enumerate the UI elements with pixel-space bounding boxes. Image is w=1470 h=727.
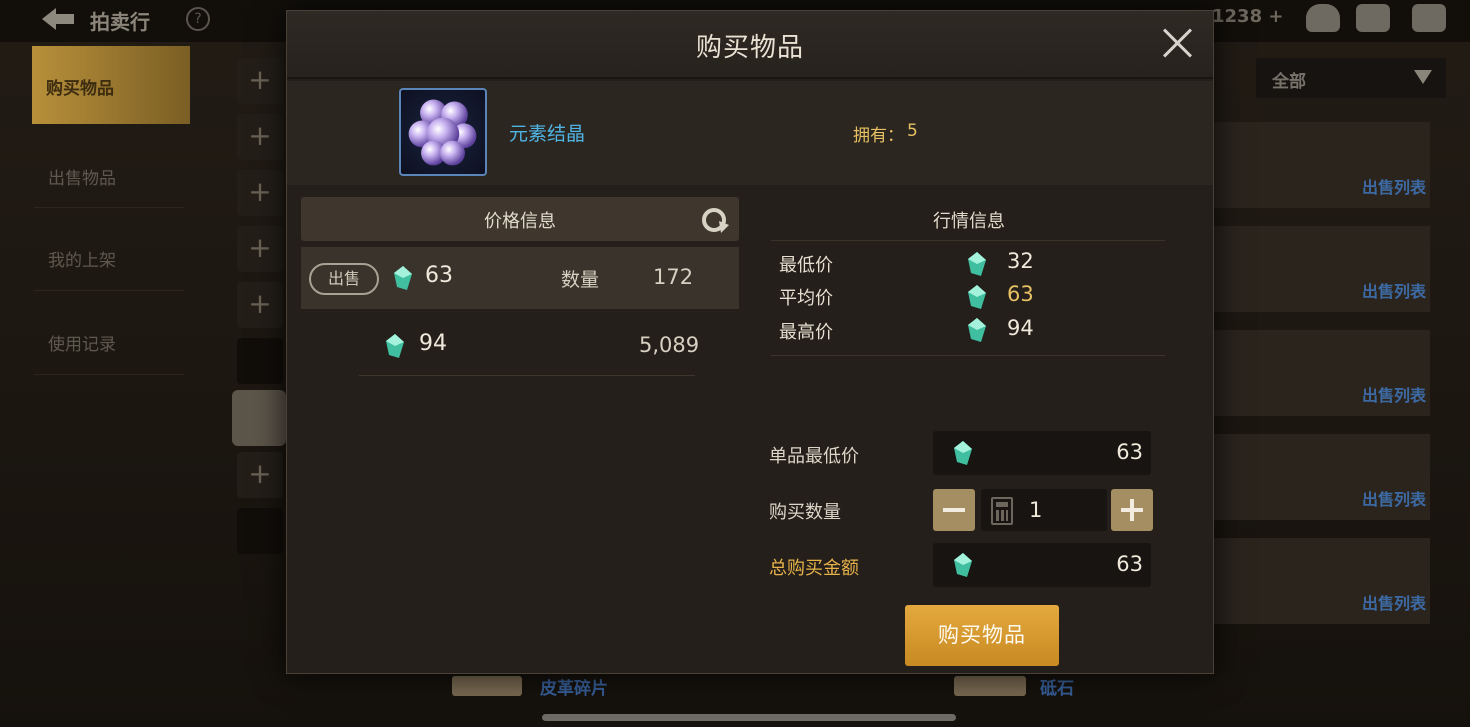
total-amount-value: 63 (1116, 552, 1143, 576)
gem-currency-icon (968, 285, 986, 309)
buy-item-dialog: 购买物品 元素结晶 拥有： 5 价格信息 出售 63 数量 172 94 5,0… (286, 10, 1214, 674)
min-price-value: 32 (1007, 249, 1034, 273)
side-item-buy[interactable]: 购买物品 (32, 46, 190, 124)
dialog-header: 购买物品 (287, 11, 1213, 79)
help-icon[interactable]: ? (186, 7, 210, 31)
listing-row[interactable]: 出售列表 (1214, 226, 1430, 312)
item-name: 元素结晶 (509, 123, 586, 145)
min-price-label: 最低价 (779, 255, 833, 276)
gem-currency-icon (954, 553, 972, 577)
max-price-value: 94 (1007, 316, 1034, 340)
sell-list-link[interactable]: 出售列表 (1362, 174, 1426, 198)
sell-button[interactable]: 出售 (309, 263, 379, 295)
sell-list-link[interactable]: 出售列表 (1362, 590, 1426, 614)
price-row[interactable]: 出售 63 数量 172 (301, 247, 739, 309)
add-slot-button[interactable]: + (237, 170, 283, 216)
listing-row[interactable]: 出售列表 (1214, 330, 1430, 416)
add-slot-button[interactable]: + (237, 58, 283, 104)
item-info-bar: 元素结晶 拥有： 5 (287, 81, 1213, 185)
max-price-label: 最高价 (779, 322, 833, 343)
add-slot-button[interactable]: + (237, 282, 283, 328)
filter-selected-label: 全部 (1272, 72, 1306, 92)
divider (34, 207, 184, 208)
owned-value: 5 (907, 121, 918, 141)
add-slot-button[interactable]: + (237, 452, 283, 498)
app-title: 拍卖行 (90, 10, 150, 34)
row-price: 63 (425, 263, 453, 288)
sell-list-link[interactable]: 出售列表 (1362, 382, 1426, 406)
bottom-item-name[interactable]: 砥石 (1040, 674, 1074, 699)
quantity-input-label: 购买数量 (769, 502, 841, 523)
increase-quantity-button[interactable] (1111, 489, 1153, 531)
quantity-value: 1 (1029, 498, 1043, 522)
mail-icon[interactable] (1356, 4, 1390, 32)
divider (771, 355, 1165, 356)
dropdown-arrow-icon (1414, 70, 1432, 84)
listing-row[interactable]: 出售列表 (1214, 122, 1430, 208)
divider (34, 374, 184, 375)
side-item-my-listings[interactable]: 我的上架 (34, 224, 194, 288)
item-thumbnail (954, 676, 1026, 696)
side-item-history[interactable]: 使用记录 (34, 308, 194, 372)
quantity-input[interactable]: 1 (981, 489, 1107, 531)
empty-slot[interactable] (237, 338, 283, 384)
gem-currency-icon (386, 334, 404, 358)
row-quantity: 5,089 (639, 333, 700, 357)
empty-slot[interactable] (237, 508, 283, 554)
unit-min-price-label: 单品最低价 (769, 446, 859, 467)
bottom-item-name[interactable]: 皮革碎片 (540, 674, 608, 699)
side-item-sell[interactable]: 出售物品 (34, 142, 194, 206)
gem-currency-icon (968, 252, 986, 276)
price-row[interactable]: 94 5,089 (301, 315, 739, 377)
sell-list-link[interactable]: 出售列表 (1362, 278, 1426, 302)
avg-price-label: 平均价 (779, 288, 833, 309)
divider (771, 240, 1165, 241)
decrease-quantity-button[interactable] (933, 489, 975, 531)
add-slot-button[interactable]: + (237, 114, 283, 160)
gem-currency-icon (394, 266, 412, 290)
row-price: 94 (419, 331, 447, 356)
unit-min-price-field: 63 (933, 431, 1151, 475)
listing-row[interactable]: 出售列表 (1214, 538, 1430, 624)
selected-slot[interactable] (232, 390, 286, 446)
add-slot-button[interactable]: + (237, 226, 283, 272)
avg-price-value: 63 (1007, 282, 1034, 306)
element-crystal-icon (399, 88, 487, 176)
refresh-icon[interactable] (699, 205, 729, 235)
price-info-header: 价格信息 (301, 197, 739, 241)
quantity-label: 数量 (561, 269, 600, 291)
buy-button[interactable]: 购买物品 (905, 605, 1059, 666)
calculator-icon[interactable] (991, 497, 1013, 525)
price-info-title: 价格信息 (484, 211, 556, 232)
gem-currency-icon (968, 318, 986, 342)
unit-min-price-value: 63 (1116, 440, 1143, 464)
divider (34, 290, 184, 291)
dialog-title: 购买物品 (695, 33, 804, 63)
item-thumbnail (452, 676, 522, 696)
total-amount-field: 63 (933, 543, 1151, 587)
sell-list-link[interactable]: 出售列表 (1362, 486, 1426, 510)
listing-row[interactable]: 出售列表 (1214, 434, 1430, 520)
total-amount-label: 总购买金额 (769, 558, 859, 579)
market-info-title: 行情信息 (933, 211, 1005, 232)
chat-icon[interactable] (1412, 4, 1446, 32)
owned-label: 拥有： (853, 126, 904, 146)
back-arrow-icon[interactable] (40, 6, 76, 32)
category-filter-select[interactable]: 全部 (1256, 58, 1446, 98)
price-info-panel: 价格信息 出售 63 数量 172 94 5,089 (301, 197, 741, 667)
currency-count: 1238 + (1212, 6, 1284, 27)
bag-icon[interactable] (1306, 4, 1340, 32)
close-icon[interactable] (1161, 27, 1193, 59)
home-indicator (542, 714, 956, 721)
side-nav: 购买物品 出售物品 我的上架 使用记录 (0, 42, 230, 727)
divider (359, 375, 695, 376)
gem-currency-icon (954, 441, 972, 465)
row-quantity: 172 (653, 265, 694, 289)
